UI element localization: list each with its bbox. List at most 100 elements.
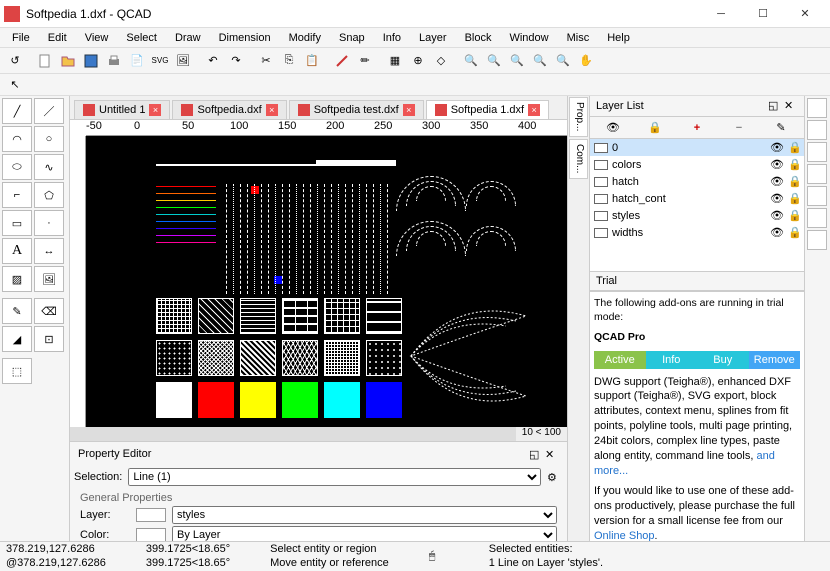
- view-button-1[interactable]: [807, 98, 827, 118]
- lock-icon[interactable]: 🔒: [788, 141, 800, 154]
- layer-add-button[interactable]: +: [687, 119, 707, 137]
- close-tab-icon[interactable]: ×: [403, 104, 415, 116]
- bitmap-export-button[interactable]: 🖼: [172, 50, 194, 72]
- menu-view[interactable]: View: [77, 30, 117, 46]
- zoom-auto-button[interactable]: 🔍: [506, 50, 528, 72]
- menu-edit[interactable]: Edit: [40, 30, 75, 46]
- zoom-out-button[interactable]: 🔍: [483, 50, 505, 72]
- filter-icon[interactable]: ⚙: [547, 471, 563, 484]
- lock-icon[interactable]: 🔒: [788, 158, 800, 171]
- point-tool[interactable]: ·: [34, 210, 64, 236]
- save-file-button[interactable]: [80, 50, 102, 72]
- tab-softpedia-test-dxf[interactable]: Softpedia test.dxf×: [289, 100, 424, 119]
- view-button-5[interactable]: [807, 186, 827, 206]
- vtab-Prop[interactable]: Prop...: [569, 97, 588, 137]
- pdf-export-button[interactable]: 📄: [126, 50, 148, 72]
- menu-window[interactable]: Window: [501, 30, 556, 46]
- minimize-button[interactable]: ─: [700, 1, 742, 27]
- line-tool[interactable]: ╱: [2, 98, 32, 124]
- menu-modify[interactable]: Modify: [281, 30, 329, 46]
- text-tool[interactable]: A: [2, 238, 32, 264]
- hatch-tool[interactable]: ▨: [2, 266, 32, 292]
- vtab-Com[interactable]: Com...: [569, 139, 588, 179]
- lock-icon[interactable]: 🔒: [788, 209, 800, 222]
- pan-button[interactable]: ✋: [575, 50, 597, 72]
- undo-button[interactable]: ↶: [202, 50, 224, 72]
- online-shop-link[interactable]: Online Shop: [594, 530, 655, 541]
- eye-icon[interactable]: 👁: [770, 192, 784, 205]
- close-panel-icon[interactable]: ✕: [545, 448, 559, 462]
- layer-item-widths[interactable]: widths👁🔒: [590, 224, 804, 241]
- buy-button[interactable]: Buy: [697, 351, 749, 369]
- menu-file[interactable]: File: [4, 30, 38, 46]
- print-button[interactable]: [103, 50, 125, 72]
- reset-tool-button[interactable]: ↺: [4, 50, 26, 72]
- eye-icon[interactable]: 👁: [770, 209, 784, 222]
- snap-auto-button[interactable]: ⊕: [407, 50, 429, 72]
- menu-dimension[interactable]: Dimension: [211, 30, 279, 46]
- measure-tool[interactable]: ⊡: [34, 326, 64, 352]
- snap-grid-button[interactable]: ▦: [384, 50, 406, 72]
- copy-button[interactable]: ⎘: [278, 50, 300, 72]
- modify-tool[interactable]: ✎: [2, 298, 32, 324]
- layer-item-styles[interactable]: styles👁🔒: [590, 207, 804, 224]
- menu-misc[interactable]: Misc: [559, 30, 598, 46]
- info-tool[interactable]: ◢: [2, 326, 32, 352]
- layer-edit-button[interactable]: ✎: [771, 119, 791, 137]
- menu-help[interactable]: Help: [599, 30, 638, 46]
- layer-lock-button[interactable]: 🔒: [645, 119, 665, 137]
- layer-item-hatch[interactable]: hatch👁🔒: [590, 173, 804, 190]
- undock-icon[interactable]: ◱: [529, 448, 543, 462]
- erase-tool[interactable]: ⌫: [34, 298, 64, 324]
- view-button-4[interactable]: [807, 164, 827, 184]
- eye-icon[interactable]: 👁: [770, 175, 784, 188]
- layer-dropdown[interactable]: styles: [172, 506, 557, 524]
- view-button-3[interactable]: [807, 142, 827, 162]
- view-button-2[interactable]: [807, 120, 827, 140]
- ellipse-tool[interactable]: ⬭: [2, 154, 32, 180]
- lock-icon[interactable]: 🔒: [788, 192, 800, 205]
- info-button[interactable]: Info: [646, 351, 698, 369]
- menu-layer[interactable]: Layer: [411, 30, 455, 46]
- dimension-tool[interactable]: ↔: [34, 238, 64, 264]
- tab-untitled-1[interactable]: Untitled 1×: [74, 100, 170, 119]
- view-button-6[interactable]: [807, 208, 827, 228]
- menu-select[interactable]: Select: [118, 30, 165, 46]
- eye-icon[interactable]: 👁: [770, 141, 784, 154]
- horizontal-scrollbar[interactable]: [70, 427, 516, 441]
- menu-block[interactable]: Block: [457, 30, 500, 46]
- zoom-in-button[interactable]: 🔍: [460, 50, 482, 72]
- redo-button[interactable]: ↷: [225, 50, 247, 72]
- draw-tool-button[interactable]: ✏: [354, 50, 376, 72]
- cut-button[interactable]: ✂: [255, 50, 277, 72]
- eye-icon[interactable]: 👁: [770, 226, 784, 239]
- circle-tool[interactable]: ○: [34, 126, 64, 152]
- layer-visibility-button[interactable]: 👁: [603, 119, 623, 137]
- pointer-tool-button[interactable]: ↖: [4, 74, 26, 96]
- eye-icon[interactable]: 👁: [770, 158, 784, 171]
- layer-remove-button[interactable]: −: [729, 119, 749, 137]
- menu-snap[interactable]: Snap: [331, 30, 373, 46]
- layer-item-hatch_cont[interactable]: hatch_cont👁🔒: [590, 190, 804, 207]
- layer-item-colors[interactable]: colors👁🔒: [590, 156, 804, 173]
- image-tool[interactable]: 🖼: [34, 266, 64, 292]
- lock-icon[interactable]: 🔒: [788, 226, 800, 239]
- drawing-canvas[interactable]: [86, 136, 567, 427]
- polygon-tool[interactable]: ⬠: [34, 182, 64, 208]
- draw-line-button[interactable]: [331, 50, 353, 72]
- active-button[interactable]: Active: [594, 351, 646, 369]
- snap-end-button[interactable]: ◇: [430, 50, 452, 72]
- tab-softpedia-1-dxf[interactable]: Softpedia 1.dxf×: [426, 100, 549, 119]
- spline-tool[interactable]: ∿: [34, 154, 64, 180]
- lock-icon[interactable]: 🔒: [788, 175, 800, 188]
- menu-draw[interactable]: Draw: [167, 30, 209, 46]
- open-file-button[interactable]: [57, 50, 79, 72]
- block-tool[interactable]: ⬚: [2, 358, 32, 384]
- zoom-previous-button[interactable]: 🔍: [552, 50, 574, 72]
- close-tab-icon[interactable]: ×: [266, 104, 278, 116]
- view-button-7[interactable]: [807, 230, 827, 250]
- close-panel-icon[interactable]: ✕: [784, 99, 798, 113]
- line-seg-tool[interactable]: ／: [34, 98, 64, 124]
- arc-tool[interactable]: ◠: [2, 126, 32, 152]
- menu-info[interactable]: Info: [375, 30, 409, 46]
